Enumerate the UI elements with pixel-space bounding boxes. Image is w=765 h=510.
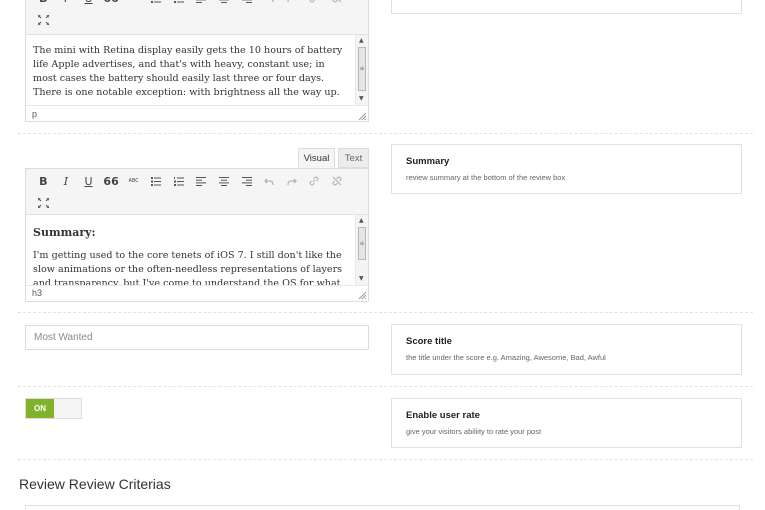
divider xyxy=(18,386,753,387)
undo-icon[interactable] xyxy=(258,0,281,9)
align-right-icon[interactable] xyxy=(235,170,258,192)
summary-editor-content[interactable]: Summary: I'm getting used to the core te… xyxy=(26,215,368,285)
align-right-icon[interactable] xyxy=(235,0,258,9)
top-description-box xyxy=(391,0,742,14)
criteria-section-title: Review Review Criterias xyxy=(19,476,171,492)
user-rate-description: give your visitors abiliity to rate your… xyxy=(406,427,542,436)
summary-editor: B I U 66 ABC Summary: I'm getting used t… xyxy=(25,168,369,302)
element-path: h3 xyxy=(32,288,43,298)
summary-description-box: Summary review summary at the bottom of … xyxy=(391,144,742,194)
summary-editor-scrollbar[interactable]: ▲ ≡ ▼ xyxy=(355,215,368,285)
underline-button[interactable]: U xyxy=(77,0,100,9)
summary-editor-statusbar: h3 xyxy=(26,285,368,301)
summary-description: review summary at the bottom of the revi… xyxy=(406,173,566,182)
toggle-on-label: ON xyxy=(26,399,54,418)
divider xyxy=(18,312,753,313)
element-path: p xyxy=(32,109,38,119)
scroll-thumb[interactable]: ≡ xyxy=(358,227,366,260)
summary-editor-toolbar: B I U 66 ABC xyxy=(26,169,368,215)
blockquote-button[interactable]: 66 xyxy=(100,0,123,9)
resize-handle-icon[interactable] xyxy=(358,112,366,120)
underline-button[interactable]: U xyxy=(77,170,100,192)
criteria-box xyxy=(25,505,740,510)
align-left-icon[interactable] xyxy=(190,0,213,9)
editor-top-statusbar: p xyxy=(26,105,368,122)
fullscreen-icon[interactable] xyxy=(32,192,55,214)
user-rate-description-box: Enable user rate give your visitors abil… xyxy=(391,398,742,448)
summary-title: Summary xyxy=(406,156,450,167)
tab-text[interactable]: Text xyxy=(338,148,369,168)
align-left-icon[interactable] xyxy=(190,170,213,192)
bold-button[interactable]: B xyxy=(32,0,55,9)
score-description-box: Score title the title under the score e.… xyxy=(391,324,742,375)
editor-top-content[interactable]: The mini with Retina display easily gets… xyxy=(26,35,368,105)
italic-button[interactable]: I xyxy=(55,170,78,192)
fullscreen-icon[interactable] xyxy=(32,9,55,31)
scroll-down-icon[interactable]: ▼ xyxy=(359,96,364,102)
link-icon[interactable] xyxy=(303,170,326,192)
redo-icon[interactable] xyxy=(281,170,304,192)
bullet-list-icon[interactable] xyxy=(145,170,168,192)
divider xyxy=(18,133,753,134)
redo-icon[interactable] xyxy=(281,0,304,9)
align-center-icon[interactable] xyxy=(213,0,236,9)
bold-button[interactable]: B xyxy=(32,170,55,192)
summary-paragraph: I'm getting used to the core tenets of i… xyxy=(33,250,343,285)
numbered-list-icon[interactable] xyxy=(168,0,191,9)
editor-top-scrollbar[interactable]: ▲ ≡ ▼ xyxy=(355,35,368,105)
score-title-input[interactable] xyxy=(25,325,369,350)
strikethrough-button[interactable]: ABC xyxy=(122,170,145,192)
unlink-icon[interactable] xyxy=(326,170,349,192)
resize-handle-icon[interactable] xyxy=(358,291,366,299)
divider xyxy=(18,459,753,460)
scroll-up-icon[interactable]: ▲ xyxy=(359,218,364,224)
scroll-up-icon[interactable]: ▲ xyxy=(359,38,364,44)
scroll-thumb[interactable]: ≡ xyxy=(358,47,366,91)
blockquote-button[interactable]: 66 xyxy=(100,170,123,192)
scroll-down-icon[interactable]: ▼ xyxy=(359,276,364,282)
align-center-icon[interactable] xyxy=(213,170,236,192)
bullet-list-icon[interactable] xyxy=(145,0,168,9)
summary-heading: Summary: xyxy=(33,226,96,239)
editor-top: B I U 66 ABC The mini with Retina displa… xyxy=(25,0,369,122)
user-rate-toggle[interactable]: ON xyxy=(25,398,82,419)
unlink-icon[interactable] xyxy=(326,0,349,9)
editor-top-toolbar: B I U 66 ABC xyxy=(26,0,368,35)
undo-icon[interactable] xyxy=(258,170,281,192)
score-title-label: Score title xyxy=(406,336,452,347)
italic-button[interactable]: I xyxy=(55,0,78,9)
link-icon[interactable] xyxy=(303,0,326,9)
numbered-list-icon[interactable] xyxy=(168,170,191,192)
editor-top-paragraph: The mini with Retina display easily gets… xyxy=(33,45,343,98)
user-rate-title: Enable user rate xyxy=(406,410,480,421)
tab-visual[interactable]: Visual xyxy=(298,148,335,168)
score-description: the title under the score e.g. Amazing, … xyxy=(406,353,606,362)
strikethrough-button[interactable]: ABC xyxy=(122,0,145,9)
